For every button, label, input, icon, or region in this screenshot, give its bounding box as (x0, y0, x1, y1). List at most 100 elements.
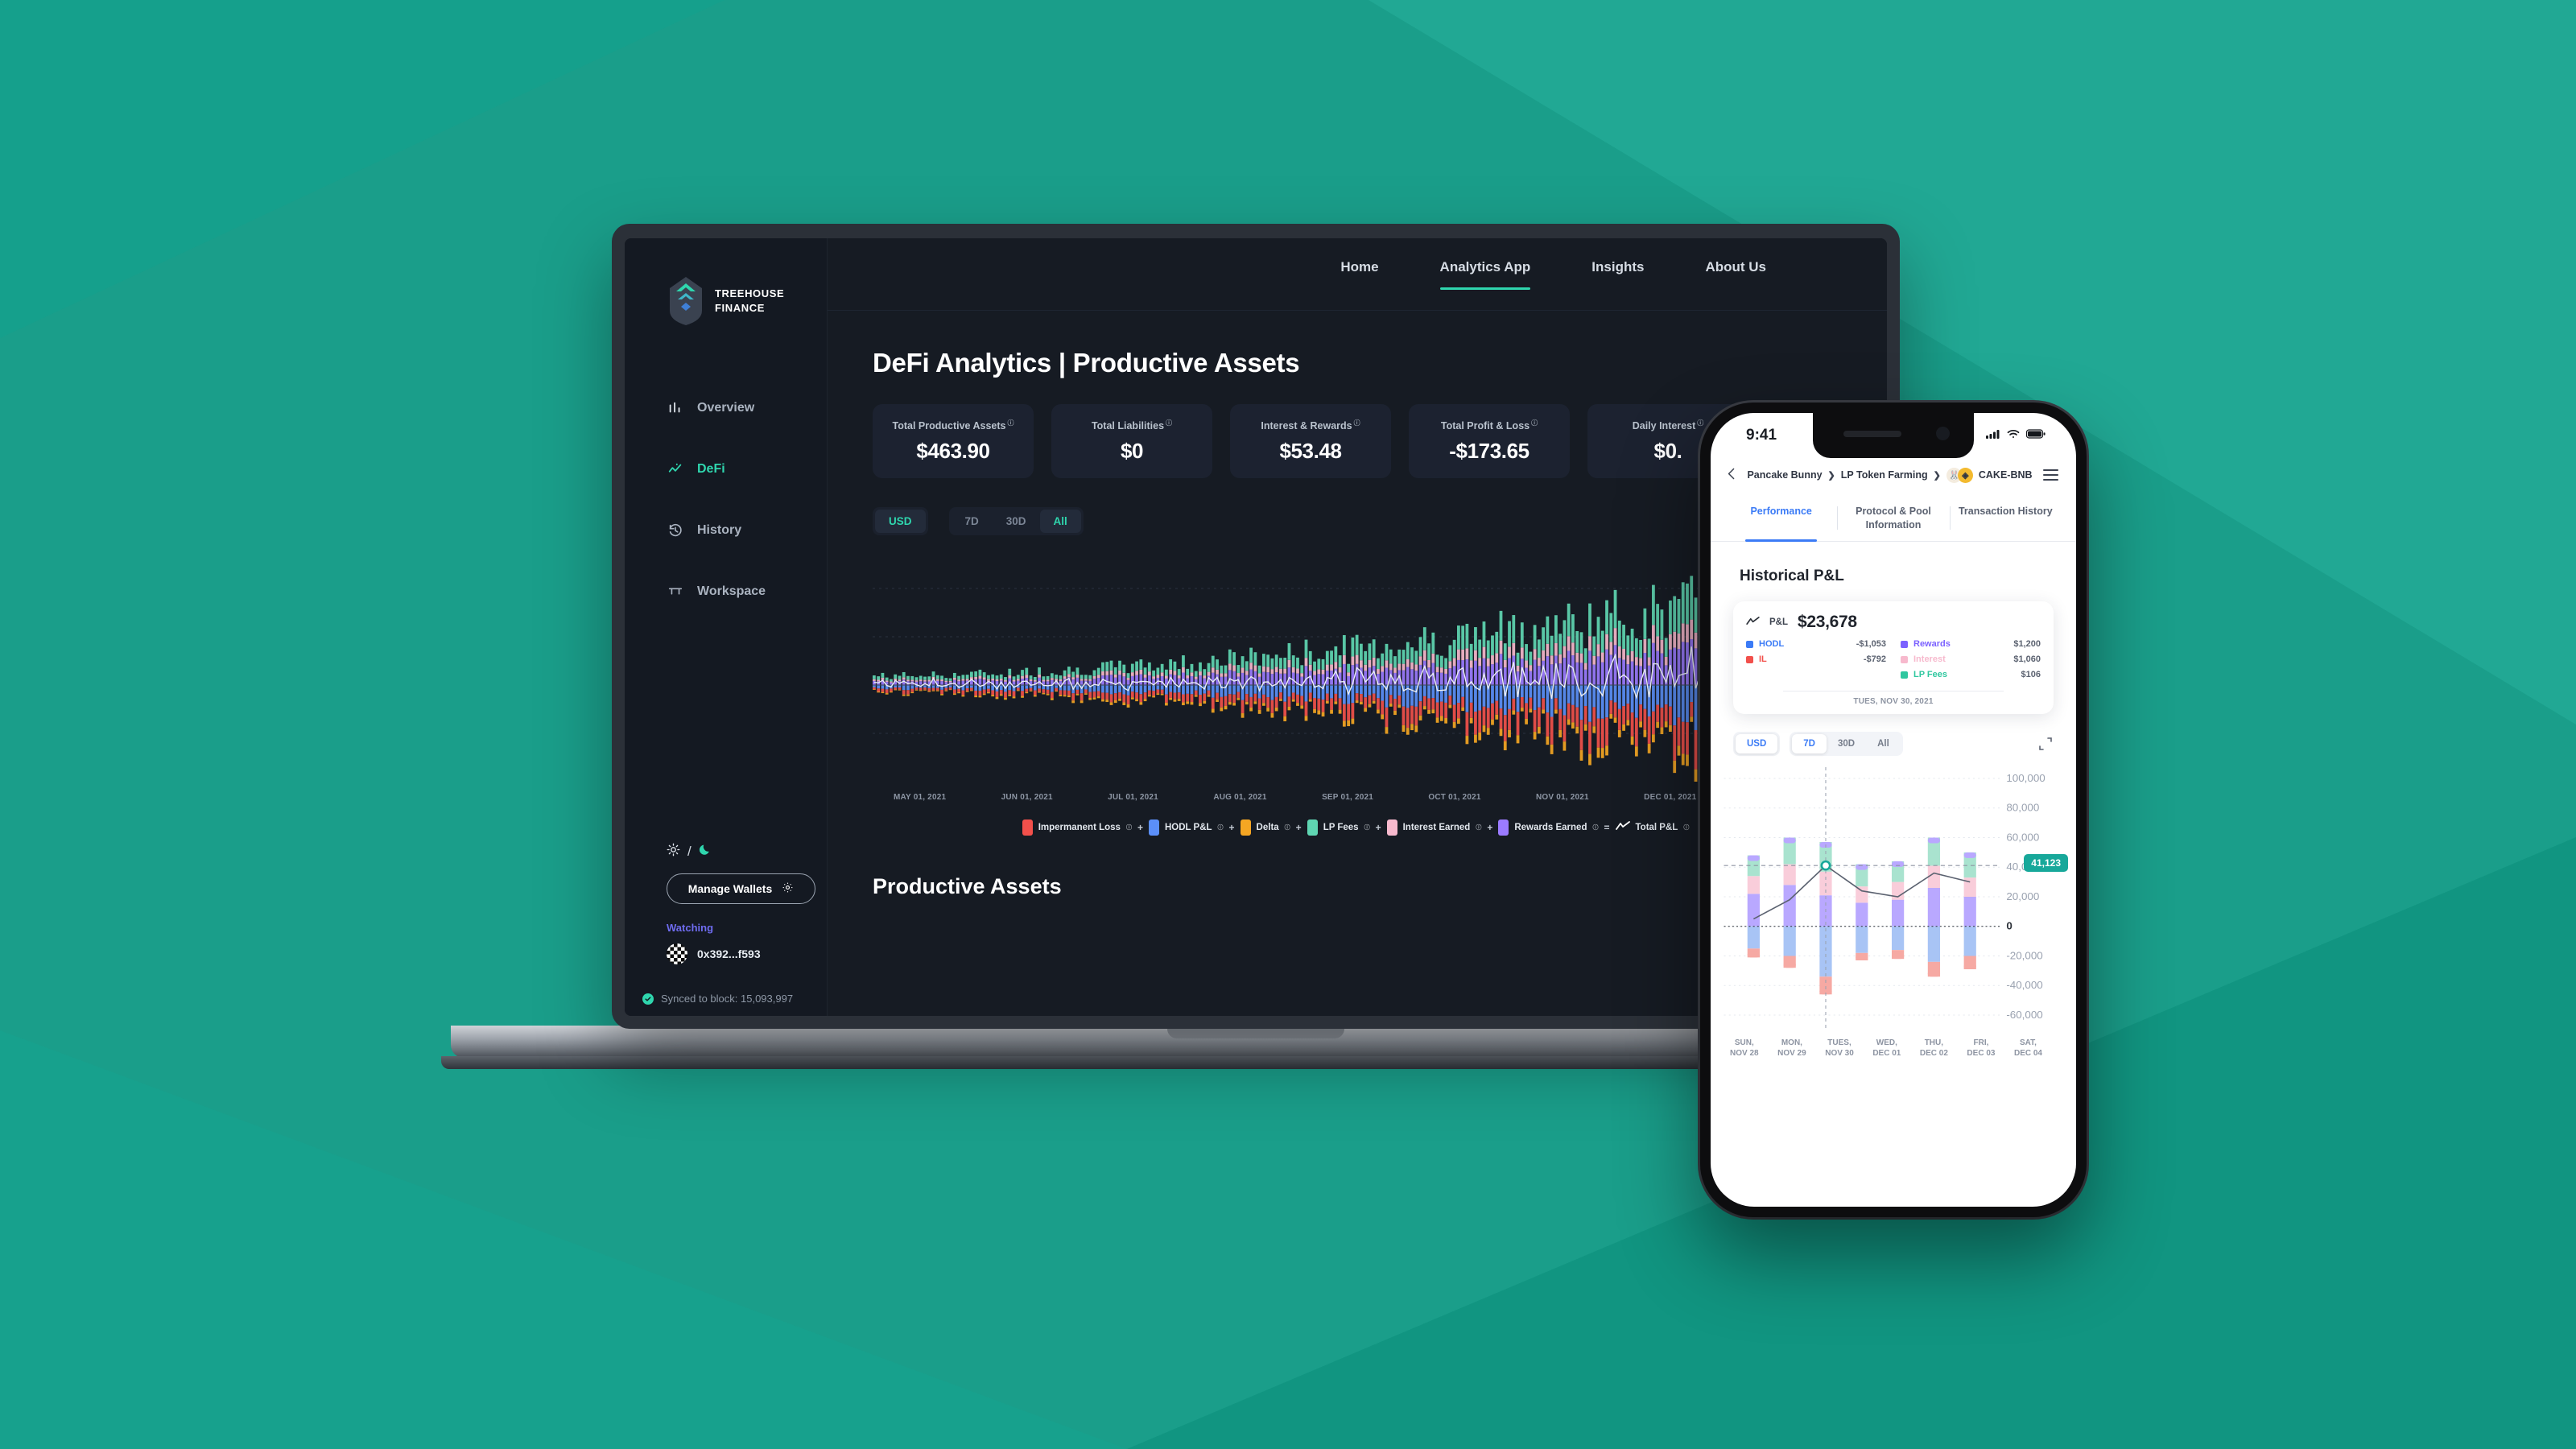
theme-separator: / (687, 844, 691, 859)
tab-performance[interactable]: Performance (1725, 500, 1837, 542)
period-30d-button[interactable]: 30D (993, 510, 1040, 533)
phone-period-30d-button[interactable]: 30D (1827, 734, 1866, 753)
chevron-left-icon[interactable] (1727, 466, 1736, 484)
stat-card-interest-and-rewards[interactable]: Interest & Rewards ⓘ $53.48 (1230, 404, 1391, 478)
phone-tabs: Performance Protocol & Pool Information … (1711, 500, 2076, 542)
stat-card-value: -$173.65 (1449, 439, 1530, 464)
hamburger-menu-icon[interactable] (2043, 469, 2058, 481)
tab-transaction-history[interactable]: Transaction History (1949, 500, 2062, 541)
stat-card-value: $53.48 (1279, 439, 1342, 464)
x-tick: AUG 01, 2021 (1213, 793, 1267, 802)
legend-operator: + (1228, 822, 1235, 833)
legend-swatch (1307, 819, 1318, 836)
phone-period-7d-button[interactable]: 7D (1792, 733, 1827, 753)
info-icon[interactable]: ⓘ (1126, 824, 1132, 832)
breakdown-value: -$1,053 (1856, 638, 1886, 649)
period-all-button[interactable]: All (1039, 510, 1081, 533)
phone-currency-usd-button[interactable]: USD (1736, 733, 1778, 753)
tab-protocol-pool-information[interactable]: Protocol & Pool Information (1837, 500, 1949, 541)
info-icon[interactable]: ⓘ (1476, 824, 1481, 832)
info-icon[interactable]: ⓘ (1008, 419, 1014, 427)
manage-wallets-label: Manage Wallets (687, 882, 773, 895)
svg-text:100,000: 100,000 (2006, 772, 2045, 784)
legend-swatch (1746, 656, 1753, 664)
pl-breakdown: HODL -$1,053 IL -$792 Rewards $1,200 Int… (1746, 637, 2041, 683)
sidebar-item-workspace[interactable]: Workspace (625, 572, 827, 612)
theme-toggle[interactable]: / (667, 843, 811, 861)
legend-item: Delta ⓘ (1256, 823, 1290, 832)
chevron-right-icon: ❯ (1827, 470, 1835, 481)
x-tick: OCT 01, 2021 (1428, 793, 1481, 802)
wallet-item[interactable]: 0x392...f593 (667, 943, 811, 964)
sidebar-bottom: / Manage Wallets Watching 0x392...f593 (667, 843, 815, 964)
phone-chart-controls: USD 7D 30D All (1733, 731, 2054, 756)
nav-home[interactable]: Home (1340, 259, 1378, 290)
breadcrumb-item[interactable]: LP Token Farming (1841, 469, 1928, 481)
stat-card-label: Interest & Rewards ⓘ (1261, 419, 1360, 432)
breadcrumb-item[interactable]: Pancake Bunny (1747, 469, 1822, 481)
phone-pl-chart[interactable]: 100,000 80,000 60,000 40,000 20,000 0 -20,000-… (1711, 766, 2076, 1033)
signal-icon (1986, 428, 2000, 443)
status-icons (1986, 428, 2046, 443)
sidebar-item-label: Overview (697, 401, 755, 415)
svg-text:20,000: 20,000 (2006, 890, 2039, 902)
info-icon[interactable]: ⓘ (1166, 419, 1172, 427)
x-tick: DEC 01, 2021 (1644, 793, 1697, 802)
legend-swatch (1901, 671, 1908, 679)
info-icon[interactable]: ⓘ (1592, 824, 1598, 832)
desktop-app: TREEHOUSE FINANCE Overview DeFi History … (625, 238, 1887, 1016)
nav-about-us[interactable]: About Us (1705, 259, 1766, 290)
bnb-token-icon: ◈ (1957, 467, 1973, 483)
info-icon[interactable]: ⓘ (1683, 824, 1689, 832)
breakdown-label: Rewards (1913, 638, 1951, 649)
info-icon[interactable]: ⓘ (1218, 824, 1224, 832)
legend-swatch (1498, 819, 1509, 836)
breakdown-row: LP Fees $106 (1901, 667, 2041, 683)
sidebar-item-overview[interactable]: Overview (625, 388, 827, 428)
pl-breakdown-left: HODL -$1,053 IL -$792 (1746, 637, 1886, 683)
phone-period-all-button[interactable]: All (1866, 734, 1901, 753)
legend-swatch (1240, 819, 1251, 836)
x-tick: MON, NOV 29 (1777, 1038, 1806, 1059)
watching-label: Watching (667, 922, 714, 934)
breakdown-row: Rewards $1,200 (1901, 637, 2041, 652)
brand-line-2: FINANCE (715, 302, 765, 314)
battery-icon (2025, 428, 2046, 443)
period-7d-button[interactable]: 7D (952, 510, 993, 533)
breakdown-row: Interest $1,060 (1901, 652, 2041, 667)
sun-icon[interactable] (667, 843, 680, 861)
info-icon[interactable]: ⓘ (1364, 824, 1370, 832)
x-tick: TUES, NOV 30 (1825, 1038, 1854, 1059)
info-icon[interactable]: ⓘ (1285, 824, 1290, 832)
svg-text:60,000: 60,000 (2006, 831, 2039, 843)
breakdown-value: $1,060 (2013, 654, 2041, 664)
pl-summary: P&L $23,678 (1746, 613, 2041, 632)
legend-item: HODL P&L ⓘ (1164, 823, 1224, 832)
breakdown-row: IL -$792 (1746, 652, 1886, 667)
pl-value: $23,678 (1798, 612, 1857, 631)
expand-icon[interactable] (2037, 736, 2054, 752)
info-icon[interactable]: ⓘ (1531, 419, 1538, 427)
line-chart-icon (1615, 820, 1630, 835)
brand-name: TREEHOUSE FINANCE (715, 287, 784, 315)
stat-card-total-liabilities[interactable]: Total Liabilities ⓘ $0 (1051, 404, 1212, 478)
stat-card-total-productive-assets[interactable]: Total Productive Assets ⓘ $463.90 (873, 404, 1034, 478)
nav-analytics-app[interactable]: Analytics App (1439, 259, 1530, 290)
sidebar-item-history[interactable]: History (625, 510, 827, 551)
stat-card-total-profit-and-loss[interactable]: Total Profit & Loss ⓘ -$173.65 (1409, 404, 1570, 478)
info-icon[interactable]: ⓘ (1354, 419, 1360, 427)
nav-insights[interactable]: Insights (1591, 259, 1644, 290)
manage-wallets-button[interactable]: Manage Wallets (667, 873, 815, 904)
page-title: DeFi Analytics | Productive Assets (873, 348, 1300, 378)
sidebar-item-defi[interactable]: DeFi (625, 449, 827, 489)
tooltip-date: TUES, NOV 30, 2021 (1853, 696, 1934, 706)
treehouse-logo-icon (667, 275, 705, 327)
sync-status: Synced to block: 15,093,997 (642, 993, 793, 1005)
phone-section-title: Historical P&L (1740, 567, 1844, 584)
currency-usd-button[interactable]: USD (875, 510, 926, 533)
stat-card-value: $463.90 (916, 439, 990, 464)
moon-icon[interactable] (699, 843, 712, 861)
brand-logo[interactable]: TREEHOUSE FINANCE (625, 238, 827, 327)
x-tick: JUL 01, 2021 (1108, 793, 1158, 802)
info-icon[interactable]: ⓘ (1697, 419, 1703, 427)
